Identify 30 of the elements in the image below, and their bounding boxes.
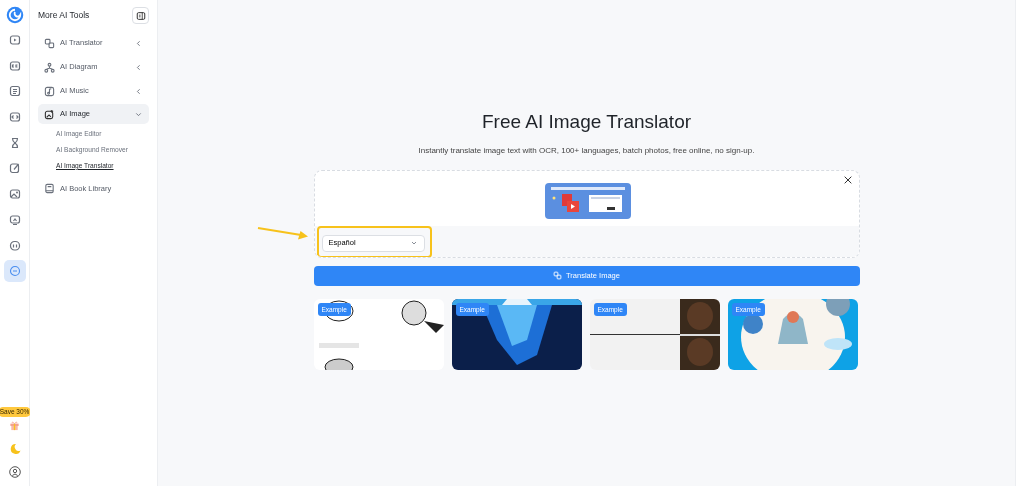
video-icon (8, 34, 21, 46)
edit-icon (8, 162, 21, 175)
monitor-icon (8, 213, 21, 226)
user-icon[interactable] (8, 466, 21, 478)
book-icon (44, 183, 55, 195)
page-subtitle: Instantly translate image text with OCR, 100+ languages, batch photos, free online, no sign-up. (418, 144, 755, 157)
code-icon (8, 111, 21, 124)
chat-icon (8, 239, 21, 252)
page-title: Free AI Image Translator (481, 110, 692, 134)
chevron-left-icon (134, 86, 143, 96)
panel-icon (135, 10, 146, 21)
annotation-arrow (257, 226, 309, 240)
close-icon (842, 174, 853, 185)
image-icon (8, 188, 21, 201)
diagram-icon (44, 61, 55, 73)
translate-icon (553, 271, 563, 280)
chevron-left-icon (134, 38, 143, 48)
caption-icon (8, 59, 21, 72)
sidebar-title: More AI Tools (38, 9, 90, 22)
music-icon (44, 85, 55, 97)
chevron-left-icon (134, 62, 143, 72)
document-icon (8, 85, 21, 98)
translate-icon (44, 37, 55, 49)
image-edit-icon (44, 108, 55, 120)
collapse-sidebar-button[interactable] (132, 7, 149, 24)
rail-button[interactable] (3, 260, 26, 283)
close-button[interactable] (842, 174, 853, 185)
chevron-down-icon (409, 239, 418, 247)
more-icon (8, 265, 21, 278)
logo-icon[interactable] (5, 6, 24, 24)
